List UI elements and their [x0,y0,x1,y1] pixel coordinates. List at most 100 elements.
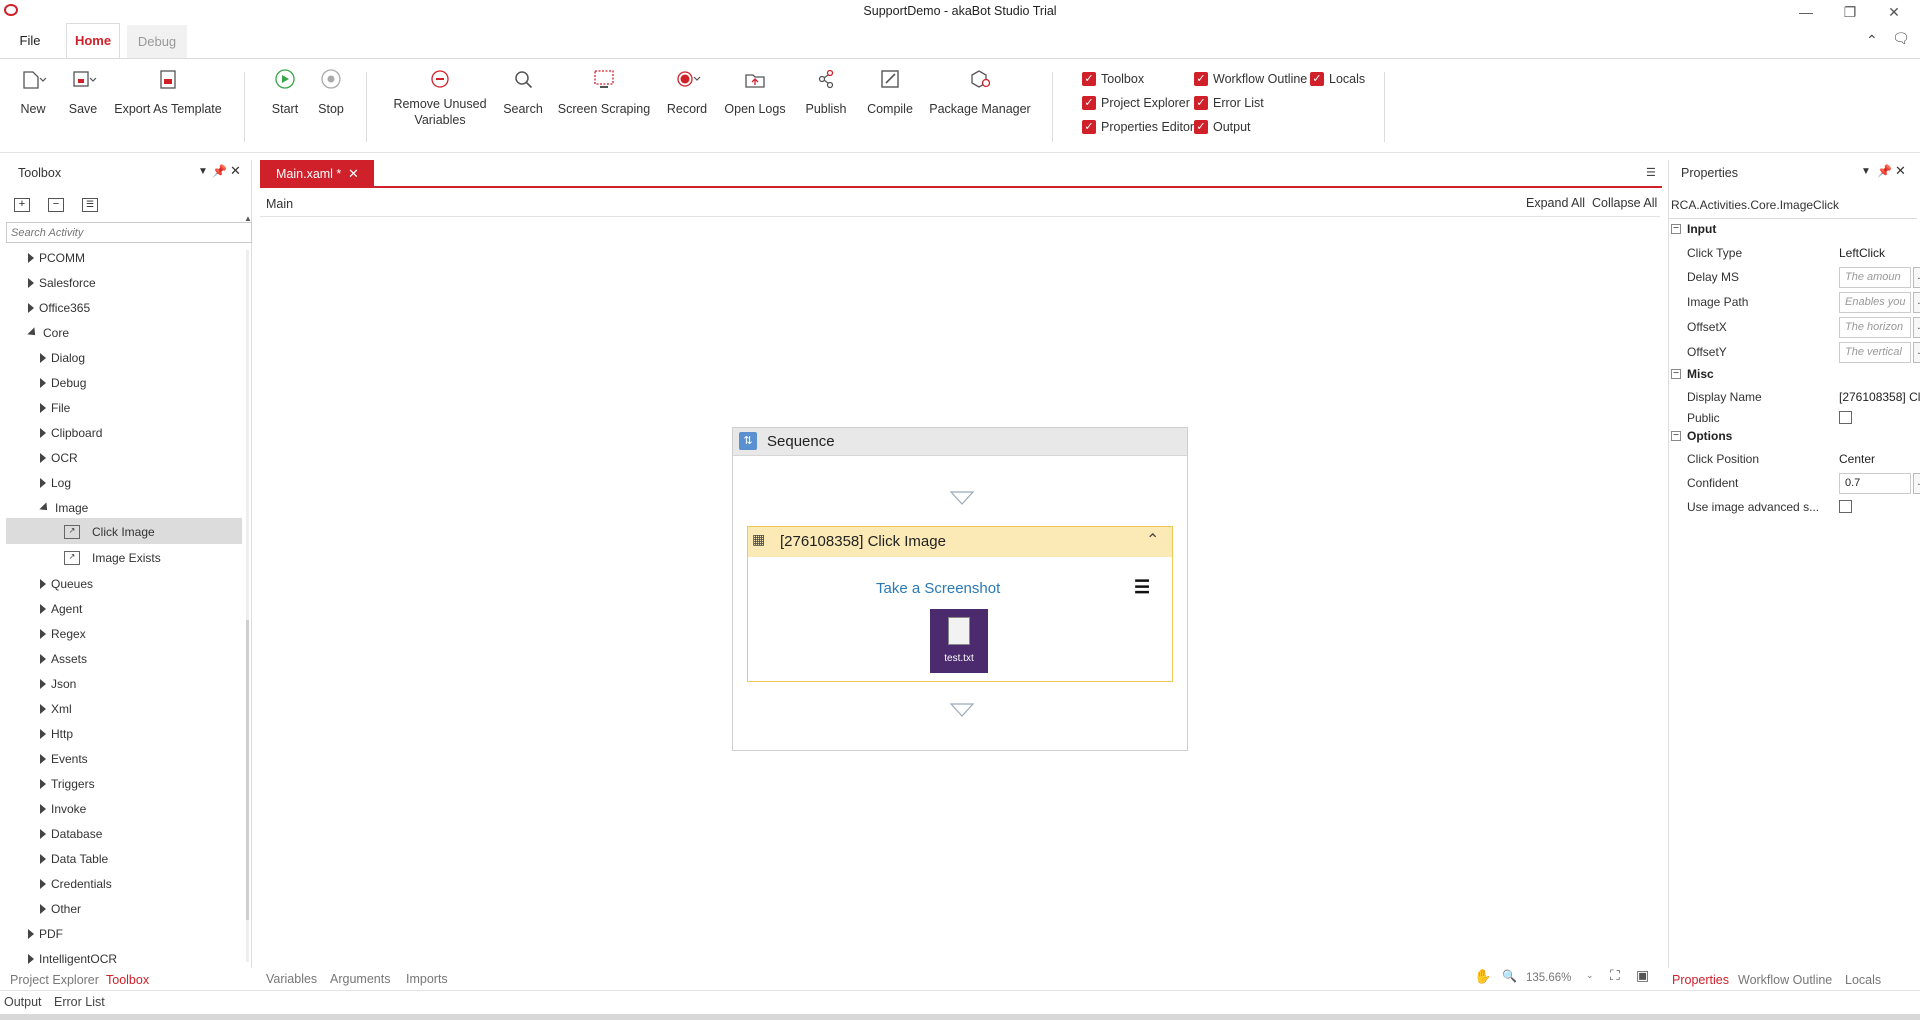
image-path-input[interactable]: Enables you [1839,291,1911,313]
tree-item-pcomm[interactable]: PCOMM [28,246,85,270]
tree-item-xml[interactable]: Xml [40,697,72,721]
category-input[interactable]: − Input [1671,222,1716,236]
hand-pan-icon[interactable]: ✋ [1474,968,1491,985]
tab-debug[interactable]: Debug [127,25,187,58]
tree-item-intelligentocr[interactable]: IntelligentOCR [28,947,117,971]
tab-arguments[interactable]: Arguments [330,972,390,986]
tree-item-salesforce[interactable]: Salesforce [28,271,96,295]
panel-dropdown-icon[interactable]: ▼ [1861,166,1871,177]
tab-error-list[interactable]: Error List [54,995,105,1009]
tree-item-credentials[interactable]: Credentials [40,872,112,896]
take-screenshot-link[interactable]: Take a Screenshot [876,580,1000,597]
locals-checkbox[interactable]: ✓ Locals [1310,72,1365,86]
search-activity-input[interactable] [6,222,252,243]
advanced-checkbox[interactable] [1839,500,1852,513]
tab-imports[interactable]: Imports [406,972,448,986]
tree-item-json[interactable]: Json [40,672,76,696]
tree-item-events[interactable]: Events [40,747,88,771]
confident-input[interactable]: 0.7 [1839,472,1911,494]
tree-item-clipboard[interactable]: Clipboard [40,421,102,445]
new-button[interactable]: New [12,66,54,116]
scroll-up-icon[interactable]: ▲ [244,214,252,223]
collapse-all-icon[interactable]: − [48,198,64,212]
tree-item-data-table[interactable]: Data Table [40,847,108,871]
compile-button[interactable]: Compile [862,66,918,116]
overview-map-icon[interactable]: ▣ [1636,967,1649,984]
tree-item-dialog[interactable]: Dialog [40,346,85,370]
tree-item-regex[interactable]: Regex [40,622,86,646]
property-offsetx[interactable]: OffsetX The horizon... [1687,316,1920,338]
tab-variables[interactable]: Variables [266,972,317,986]
property-delay-ms[interactable]: Delay MS The amoun... [1687,266,1920,288]
collapse-ribbon-icon[interactable]: ⌃ [1866,32,1878,49]
tree-item-agent[interactable]: Agent [40,597,82,621]
tree-item-assets[interactable]: Assets [40,647,87,671]
ellipsis-button[interactable]: ... [1913,266,1920,288]
list-view-icon[interactable]: ☰ [82,198,98,212]
tab-main-xaml[interactable]: Main.xaml * ✕ [260,160,374,188]
property-click-position[interactable]: Click Position Center [1687,448,1915,470]
remove-unused-variables-button[interactable]: Remove Unused Variables [392,66,488,128]
sequence-container[interactable]: ⇅ Sequence ▦ [276108358] Click Image ⌃ T… [732,427,1188,751]
property-use-advanced[interactable]: Use image advanced s... [1687,496,1915,518]
drop-arrow-icon[interactable] [949,702,975,718]
tab-locals[interactable]: Locals [1845,973,1881,987]
activity-title[interactable]: [276108358] Click Image [780,533,946,550]
tree-item-database[interactable]: Database [40,822,102,846]
property-display-name[interactable]: Display Name [276108358] Clic [1687,386,1920,408]
tab-file[interactable]: File [10,24,50,58]
screen-scraping-button[interactable]: Screen Scraping [556,66,652,116]
ellipsis-button[interactable]: ... [1913,291,1920,313]
public-checkbox[interactable] [1839,411,1852,424]
tree-item-triggers[interactable]: Triggers [40,772,95,796]
publish-button[interactable]: Publish [800,66,852,116]
tab-toolbox[interactable]: Toolbox [106,973,149,987]
record-button[interactable]: Record [664,66,710,116]
project-explorer-checkbox[interactable]: ✓ Project Explorer [1082,96,1190,110]
breadcrumb[interactable]: Main [266,197,293,211]
pin-icon[interactable]: 📌 [1877,164,1892,178]
stop-button[interactable]: Stop [310,66,352,116]
click-image-activity[interactable]: ▦ [276108358] Click Image ⌃ Take a Scree… [747,526,1173,682]
ellipsis-button[interactable]: ... [1913,472,1920,494]
collapse-category-icon[interactable]: − [1671,431,1681,441]
fit-to-screen-icon[interactable]: ⛶ [1610,967,1620,984]
offsety-input[interactable]: The vertical [1839,341,1911,363]
feedback-icon[interactable]: 🗨 [1892,30,1910,47]
tree-item-invoke[interactable]: Invoke [40,797,86,821]
properties-editor-checkbox[interactable]: ✓ Properties Editor [1082,120,1194,134]
tree-item-image[interactable]: Image [39,496,88,520]
click-position-value[interactable]: Center [1839,452,1875,466]
workflow-outline-checkbox[interactable]: ✓ Workflow Outline [1194,72,1307,86]
category-misc[interactable]: − Misc [1671,367,1714,381]
panel-dropdown-icon[interactable]: ▼ [198,166,208,177]
tree-item-core[interactable]: Core [27,321,69,345]
tree-item-office365[interactable]: Office365 [28,296,90,320]
start-button[interactable]: Start [264,66,306,116]
property-offsety[interactable]: OffsetY The vertical... [1687,341,1920,363]
expand-all-icon[interactable]: + [14,198,30,212]
zoom-level[interactable]: 135.66% [1526,972,1571,984]
tree-item-queues[interactable]: Queues [40,572,93,596]
minimize-icon[interactable]: — [1792,2,1820,22]
export-template-button[interactable]: Export As Template [112,66,224,116]
pin-icon[interactable]: 📌 [212,164,227,178]
tab-home[interactable]: Home [66,23,120,59]
tab-output[interactable]: Output [4,995,42,1009]
tab-project-explorer[interactable]: Project Explorer [10,973,99,987]
tree-item-ocr[interactable]: OCR [40,446,78,470]
tree-item-image-exists[interactable]: ↗ Image Exists [64,546,161,570]
display-name-value[interactable]: [276108358] Clic [1839,390,1920,404]
error-list-checkbox[interactable]: ✓ Error List [1194,96,1264,110]
tree-item-http[interactable]: Http [40,722,73,746]
ellipsis-button[interactable]: ... [1913,316,1920,338]
property-click-type[interactable]: Click Type LeftClick [1687,242,1915,264]
open-logs-button[interactable]: Open Logs [720,66,790,116]
close-icon[interactable]: ✕ [1880,2,1908,22]
drop-arrow-icon[interactable] [949,490,975,506]
tree-item-other[interactable]: Other [40,897,81,921]
activity-menu-icon[interactable]: ☰ [1134,577,1150,598]
output-checkbox[interactable]: ✓ Output [1194,120,1251,134]
property-image-path[interactable]: Image Path Enables you... [1687,291,1920,313]
zoom-icon[interactable]: 🔍 [1502,969,1517,983]
